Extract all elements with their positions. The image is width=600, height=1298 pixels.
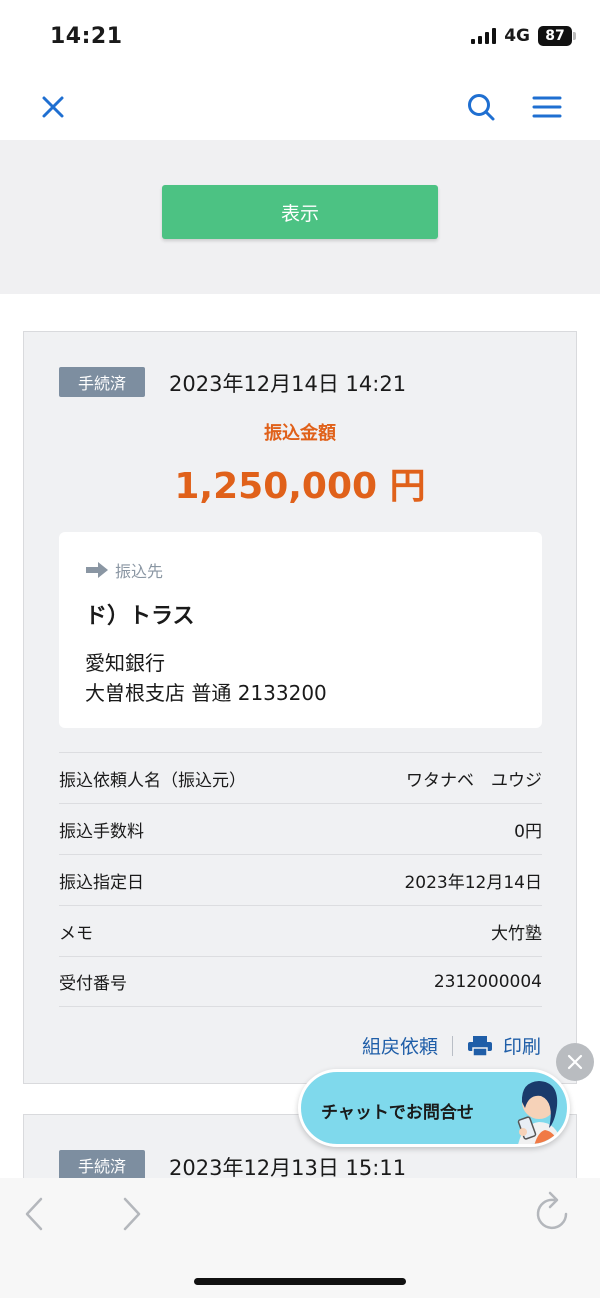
branch-account: 大曽根支店 普通 2133200	[85, 681, 327, 705]
print-button[interactable]: 印刷	[467, 1032, 541, 1059]
bank-name: 愛知銀行	[85, 651, 165, 675]
destination-bank: 愛知銀行 大曽根支店 普通 2133200	[85, 648, 327, 708]
network-label: 4G	[504, 26, 530, 46]
detail-label: 振込手数料	[59, 821, 144, 842]
transfer-card: 手続済 2023年12月14日 14:21 振込金額 1,250,000 円 振…	[23, 331, 577, 1084]
status-bar: 14:21 4G 87	[0, 0, 600, 76]
chevron-left-icon[interactable]	[22, 1196, 46, 1232]
destination-name: ド）トラス	[85, 604, 195, 629]
cancel-request-link[interactable]: 組戻依頼	[362, 1032, 438, 1059]
amount-label: 振込金額	[264, 423, 336, 444]
detail-value: ワタナベ ユウジ	[406, 770, 542, 791]
detail-label: 振込指定日	[59, 872, 144, 893]
detail-row: 振込指定日 2023年12月14日	[59, 854, 542, 905]
status-badge: 手続済	[59, 367, 145, 397]
search-icon[interactable]	[466, 92, 496, 122]
status-badge: 手続済	[59, 1150, 145, 1180]
signal-icon	[471, 28, 497, 44]
amount-value: 1,250,000 円	[174, 466, 426, 507]
destination-heading: 振込先	[85, 558, 163, 582]
detail-table: 振込依頼人名（振込元） ワタナベ ユウジ 振込手数料 0円 振込指定日 2023…	[59, 752, 542, 1007]
close-icon[interactable]	[40, 94, 66, 120]
detail-value: 2023年12月14日	[404, 872, 542, 893]
chevron-right-icon[interactable]	[120, 1196, 144, 1232]
transfer-datetime: 2023年12月14日 14:21	[169, 372, 407, 396]
top-nav	[0, 76, 600, 140]
detail-value: 2312000004	[433, 971, 542, 992]
detail-value: 大竹塾	[491, 923, 542, 944]
menu-icon[interactable]	[532, 94, 562, 120]
reload-icon[interactable]	[532, 1190, 574, 1234]
battery-icon: 87	[538, 26, 576, 46]
status-indicators: 4G 87	[471, 26, 576, 46]
destination-heading-label: 振込先	[115, 562, 164, 581]
show-button[interactable]: 表示	[162, 185, 438, 239]
filter-panel: 表示	[0, 140, 600, 294]
detail-row: 振込手数料 0円	[59, 803, 542, 854]
arrow-right-icon	[86, 562, 108, 578]
detail-label: メモ	[59, 923, 93, 944]
detail-row: 振込依頼人名（振込元） ワタナベ ユウジ	[59, 752, 542, 803]
chat-support-button[interactable]: チャットでお問合せ	[298, 1069, 570, 1147]
chat-label: チャットでお問合せ	[321, 1103, 474, 1123]
divider	[451, 1035, 453, 1056]
close-icon	[567, 1054, 583, 1070]
detail-row: 受付番号 2312000004	[59, 956, 542, 1007]
chat-close-button[interactable]	[556, 1043, 594, 1081]
detail-label: 振込依頼人名（振込元）	[59, 770, 246, 791]
card-actions: 組戻依頼 印刷	[362, 1032, 541, 1059]
battery-level: 87	[545, 28, 565, 44]
printer-icon	[467, 1035, 492, 1057]
support-agent-illustration	[517, 1081, 562, 1144]
status-time: 14:21	[50, 24, 123, 49]
detail-row: メモ 大竹塾	[59, 905, 542, 956]
detail-value: 0円	[514, 821, 542, 842]
browser-toolbar	[0, 1178, 600, 1298]
print-label: 印刷	[502, 1036, 541, 1058]
home-indicator	[194, 1278, 406, 1285]
detail-label: 受付番号	[59, 974, 127, 994]
destination-box: 振込先 ド）トラス 愛知銀行 大曽根支店 普通 2133200	[59, 532, 542, 728]
